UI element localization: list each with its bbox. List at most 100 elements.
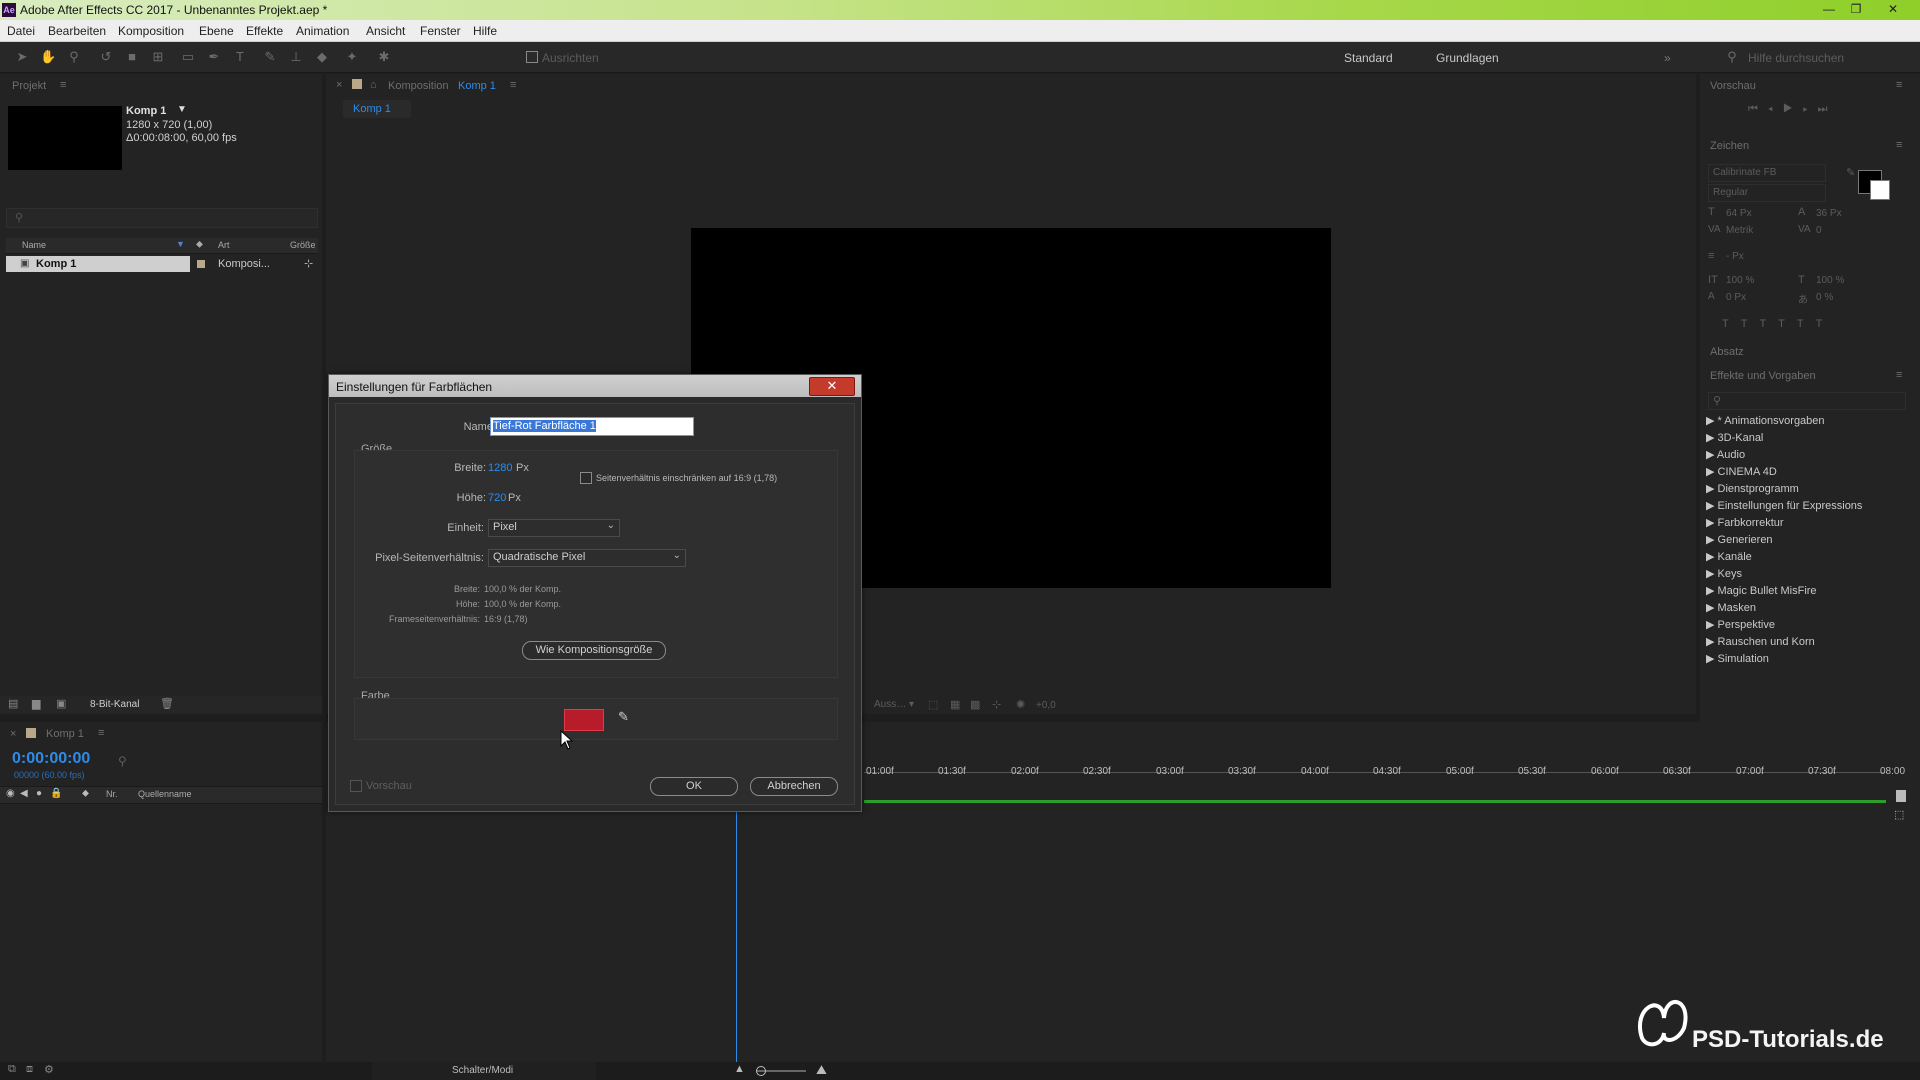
menu-fenster[interactable]: Fenster [420, 24, 461, 38]
new-composition-icon[interactable]: ▣ [56, 697, 66, 710]
dialog-close-button[interactable]: ✕ [809, 377, 855, 396]
camera-tool-icon[interactable]: ■ [124, 49, 140, 65]
eyedropper-icon[interactable]: ✎ [1846, 166, 1855, 179]
color-swatch[interactable] [564, 709, 604, 731]
align-checkbox[interactable] [526, 51, 538, 63]
name-field[interactable]: Tief-Rot Farbfläche 1 [490, 417, 694, 436]
pan-behind-tool-icon[interactable]: ⊞ [150, 49, 166, 65]
effects-category[interactable]: ▶ Rauschen und Korn [1706, 635, 1815, 648]
stroke-width-value[interactable]: - Px [1726, 251, 1744, 262]
transfer-controls-icon[interactable]: ⧈ [26, 1063, 33, 1076]
effects-search-input[interactable]: ⚲ [1708, 392, 1906, 410]
menu-effekte[interactable]: Effekte [246, 24, 283, 38]
interpret-footage-icon[interactable]: ▤ [8, 697, 18, 710]
close-window-icon[interactable]: ✕ [1880, 0, 1906, 18]
minimize-icon[interactable]: — [1816, 0, 1842, 18]
horizontal-scale-value[interactable]: 100 % [1816, 275, 1844, 286]
pen-tool-icon[interactable]: ✒ [206, 49, 222, 65]
project-panel-title[interactable]: Projekt [12, 80, 46, 92]
rotate-tool-icon[interactable]: ↺ [98, 49, 114, 65]
video-visibility-icon[interactable]: ◉ [6, 788, 15, 799]
leading-value[interactable]: 36 Px [1816, 208, 1842, 219]
bit-depth[interactable]: 8-Bit-Kanal [90, 699, 139, 710]
close-tab-icon[interactable]: × [336, 79, 342, 91]
playback-controls[interactable]: ⏮◂▶▸⏭ [1748, 103, 1838, 116]
puppet-tool-icon[interactable]: ✱ [376, 49, 392, 65]
panel-menu-icon[interactable]: ≡ [1896, 79, 1902, 91]
sort-chevron-icon[interactable]: ▼ [176, 239, 185, 249]
rectangle-tool-icon[interactable]: ▭ [180, 49, 196, 65]
height-value[interactable]: 720 [488, 492, 506, 504]
panel-menu-icon[interactable]: ≡ [510, 79, 516, 91]
work-area-bar[interactable] [864, 800, 1886, 803]
workspace-standard[interactable]: Standard [1344, 51, 1393, 65]
work-area-end-handle[interactable] [1896, 790, 1906, 802]
effects-category[interactable]: ▶ Audio [1706, 448, 1745, 461]
tracking-value[interactable]: 0 [1816, 225, 1822, 236]
make-comp-size-button[interactable]: Wie Kompositionsgröße [522, 641, 666, 660]
column-source-name[interactable]: Quellenname [138, 789, 192, 799]
roto-brush-tool-icon[interactable]: ✦ [344, 49, 360, 65]
current-time-indicator[interactable] [736, 808, 737, 1062]
font-size-value[interactable]: 64 Px [1726, 208, 1752, 219]
menu-ebene[interactable]: Ebene [199, 24, 234, 38]
trash-icon[interactable]: 🗑 [160, 697, 174, 710]
zoom-tool-icon[interactable]: ⚲ [66, 49, 82, 65]
effects-category[interactable]: ▶ Keys [1706, 567, 1742, 580]
menu-komposition[interactable]: Komposition [118, 24, 184, 38]
pixel-aspect-dropdown[interactable]: Quadratische Pixel ⌄ [488, 549, 686, 567]
paragraph-panel-title[interactable]: Absatz [1710, 346, 1744, 358]
comp-button-icon[interactable]: ⬚ [1894, 808, 1904, 821]
label-tag-icon[interactable]: ⬥ [196, 239, 203, 250]
help-search-input[interactable]: Hilfe durchsuchen [1748, 51, 1844, 65]
menu-bearbeiten[interactable]: Bearbeiten [48, 24, 106, 38]
menu-datei[interactable]: Datei [7, 24, 35, 38]
column-number[interactable]: Nr. [106, 789, 118, 799]
effects-category[interactable]: ▶ * Animationsvorgaben [1706, 414, 1825, 427]
ok-button[interactable]: OK [650, 777, 738, 796]
width-value[interactable]: 1280 [488, 462, 512, 474]
effects-category[interactable]: ▶ Magic Bullet MisFire [1706, 584, 1817, 597]
eraser-tool-icon[interactable]: ◆ [314, 49, 330, 65]
character-panel-title[interactable]: Zeichen [1710, 140, 1749, 152]
effects-panel-title[interactable]: Effekte und Vorgaben [1710, 370, 1816, 382]
effects-category[interactable]: ▶ Generieren [1706, 533, 1773, 546]
transparency-grid-icon[interactable]: ▦ [950, 698, 960, 711]
workspace-more-icon[interactable]: » [1664, 51, 1671, 65]
effects-category[interactable]: ▶ Simulation [1706, 652, 1769, 665]
menu-ansicht[interactable]: Ansicht [366, 24, 405, 38]
hand-tool-icon[interactable]: ✋ [40, 49, 56, 65]
current-timecode[interactable]: 0:00:00:00 [12, 750, 90, 768]
stroke-color-swatch[interactable] [1870, 180, 1890, 200]
font-family-dropdown[interactable]: Calibrinate FB [1708, 164, 1826, 182]
mask-visibility-icon[interactable]: ▩ [970, 698, 980, 711]
solo-icon[interactable]: ● [36, 788, 42, 799]
eyedropper-icon[interactable]: ✎ [618, 709, 629, 725]
panel-menu-icon[interactable]: ≡ [1896, 369, 1902, 381]
cancel-button[interactable]: Abbrechen [750, 777, 838, 796]
zoom-slider-handle[interactable] [756, 1066, 766, 1076]
panel-menu-icon[interactable]: ≡ [1896, 139, 1902, 151]
close-tab-icon[interactable]: × [10, 728, 16, 740]
label-tag-icon[interactable]: ⬥ [82, 788, 89, 799]
zoom-out-icon[interactable]: ▲ [734, 1063, 745, 1075]
column-size[interactable]: Größe [290, 240, 316, 250]
tab-komp-1[interactable]: Komp 1 [343, 100, 411, 118]
timeline-tab[interactable]: Komp 1 [46, 728, 84, 740]
lock-icon[interactable]: ⌂ [370, 79, 377, 91]
effects-category[interactable]: ▶ Perspektive [1706, 618, 1775, 631]
resolution-dropdown[interactable]: Auss… ▾ [874, 699, 914, 710]
effects-category[interactable]: ▶ Farbkorrektur [1706, 516, 1784, 529]
preview-checkbox[interactable] [350, 780, 362, 792]
in-out-icon[interactable]: ⚙ [44, 1063, 54, 1076]
flowchart-icon[interactable]: ⊹ [304, 257, 313, 270]
unit-dropdown[interactable]: Pixel ⌄ [488, 519, 620, 537]
search-icon[interactable]: ⚲ [118, 754, 127, 768]
workspace-grundlagen[interactable]: Grundlagen [1436, 51, 1499, 65]
preview-panel-title[interactable]: Vorschau [1710, 80, 1756, 92]
effects-category[interactable]: ▶ CINEMA 4D [1706, 465, 1777, 478]
panel-menu-icon[interactable]: ≡ [60, 79, 66, 91]
flowchart-icon[interactable]: ⊹ [992, 698, 1001, 711]
effects-category[interactable]: ▶ Kanäle [1706, 550, 1752, 563]
new-folder-icon[interactable]: ▆ [32, 697, 40, 710]
